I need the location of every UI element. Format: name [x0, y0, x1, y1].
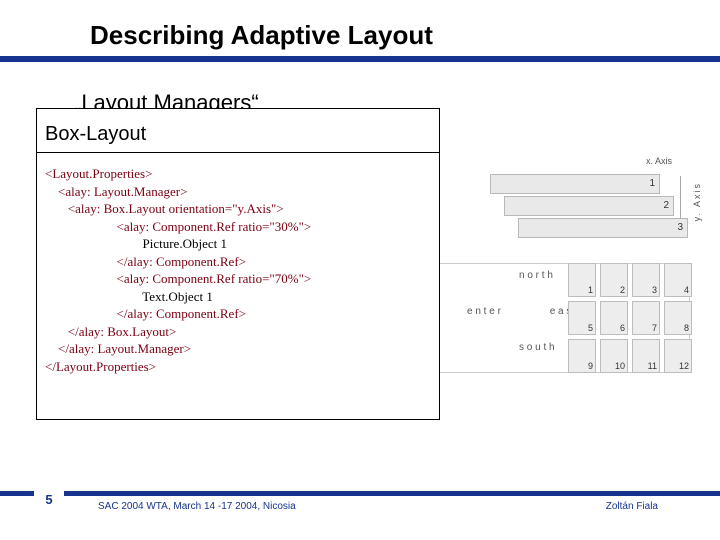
code-box-title: Box-Layout — [37, 109, 439, 152]
grid-cell: 4 — [664, 263, 692, 297]
grid-cell: 10 — [600, 339, 628, 373]
box-layout-diagram: x. Axis y. Axis 1 2 3 — [490, 158, 690, 238]
box-row: 3 — [518, 218, 688, 238]
slide: Describing Adaptive Layout „Layout Manag… — [0, 0, 720, 540]
grid-cell: 8 — [664, 301, 692, 335]
border-center: e n t e r — [467, 306, 501, 317]
grid-cell: 3 — [632, 263, 660, 297]
slide-title: Describing Adaptive Layout — [90, 20, 433, 51]
border-south: s o u t h — [519, 342, 555, 353]
footer-left: SAC 2004 WTA, March 14 -17 2004, Nicosia — [98, 501, 296, 512]
border-north: n o r t h — [519, 270, 553, 281]
footer-right: Zoltán Fiala — [606, 501, 658, 512]
code-box: Box-Layout <Layout.Properties> <alay: La… — [36, 108, 440, 420]
grid-cell: 6 — [600, 301, 628, 335]
grid-cell: 2 — [600, 263, 628, 297]
x-axis-label: x. Axis — [646, 156, 672, 166]
y-axis-arrow — [680, 176, 688, 224]
code-block: <Layout.Properties> <alay: Layout.Manage… — [37, 161, 439, 384]
grid-layout-diagram: 1 2 3 4 5 6 7 8 9 10 11 12 — [568, 263, 690, 375]
box-row: 1 — [490, 174, 660, 194]
grid-cell: 12 — [664, 339, 692, 373]
box-row: 2 — [504, 196, 674, 216]
grid-cell: 9 — [568, 339, 596, 373]
grid-cell: 5 — [568, 301, 596, 335]
grid-cell: 7 — [632, 301, 660, 335]
title-bar: Describing Adaptive Layout — [0, 20, 720, 72]
y-axis-label: y. Axis — [692, 182, 702, 221]
page-number: 5 — [34, 484, 64, 514]
footer-bar — [0, 491, 720, 496]
code-box-rule — [37, 152, 439, 153]
grid-cell: 1 — [568, 263, 596, 297]
title-underline — [0, 56, 720, 62]
grid-cell: 11 — [632, 339, 660, 373]
